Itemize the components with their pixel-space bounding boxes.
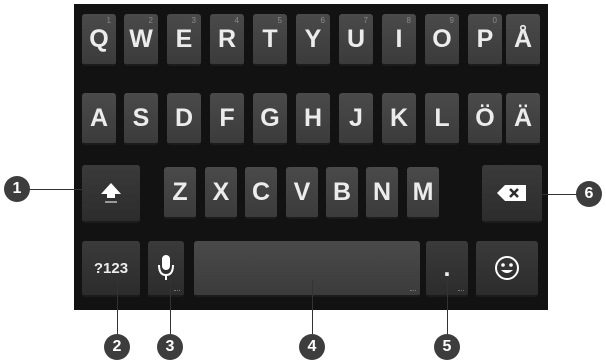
key-label: P: [476, 24, 494, 53]
key-label: J: [349, 103, 363, 132]
key-hint: 3: [191, 16, 196, 25]
key-label: L: [434, 103, 450, 132]
key-d[interactable]: D: [167, 93, 201, 145]
space-bar[interactable]: [194, 241, 420, 297]
key-a[interactable]: A: [82, 93, 116, 145]
shift-arrow-icon: [101, 183, 121, 203]
key-label: N: [372, 177, 392, 206]
key-h[interactable]: H: [296, 93, 330, 145]
callout-line-5: [447, 278, 448, 334]
key-label: Q: [89, 24, 109, 53]
callout-line-4: [312, 280, 313, 334]
callout-badge-1: 1: [4, 176, 30, 202]
key-b[interactable]: B: [326, 167, 358, 219]
key-label: O: [432, 24, 452, 53]
key-label: D: [174, 103, 194, 132]
key-label: B: [332, 177, 352, 206]
key-label: Z: [172, 177, 188, 206]
key-e[interactable]: E3: [167, 14, 201, 66]
key-label: S: [132, 103, 150, 132]
key-label: E: [175, 24, 193, 53]
key-t[interactable]: T5: [253, 14, 287, 66]
key-label: H: [303, 103, 323, 132]
key-label: T: [262, 24, 278, 53]
callout-line-1: [26, 189, 86, 190]
key-a-umlaut[interactable]: Ä: [506, 93, 540, 145]
key-l[interactable]: L: [425, 93, 459, 145]
key-hint: 1: [106, 16, 111, 25]
callout-line-3: [170, 278, 171, 334]
callout-badge-6: 6: [576, 181, 602, 207]
key-dots: [410, 290, 416, 292]
key-hint: 9: [449, 16, 454, 25]
key-hint: 4: [234, 16, 239, 25]
key-label: M: [412, 177, 434, 206]
callout-badge-3: 3: [157, 334, 183, 360]
key-label: Ö: [475, 103, 495, 132]
backspace-icon: [497, 185, 526, 201]
key-o[interactable]: O9: [425, 14, 459, 66]
key-f[interactable]: F: [210, 93, 244, 145]
key-y[interactable]: Y6: [296, 14, 330, 66]
key-label: W: [129, 24, 153, 53]
key-s[interactable]: S: [124, 93, 158, 145]
key-label: R: [217, 24, 237, 53]
smiley-icon: [495, 256, 519, 280]
symbols-label: ?123: [93, 259, 129, 277]
shift-key[interactable]: [82, 165, 140, 223]
key-p[interactable]: P0: [468, 14, 502, 66]
key-label: K: [389, 103, 409, 132]
symbols-key[interactable]: ?123: [82, 241, 140, 297]
key-z[interactable]: Z: [164, 167, 196, 219]
key-a-ring[interactable]: Å: [506, 14, 540, 66]
microphone-icon: [158, 255, 174, 280]
key-label: U: [346, 24, 366, 53]
key-i[interactable]: I8: [382, 14, 416, 66]
key-x[interactable]: X: [205, 167, 237, 219]
key-label: F: [219, 103, 235, 132]
voice-input-key[interactable]: [148, 241, 184, 297]
key-j[interactable]: J: [339, 93, 373, 145]
key-o-umlaut[interactable]: Ö: [468, 93, 502, 145]
key-hint: 2: [148, 16, 153, 25]
key-label: V: [293, 177, 311, 206]
key-n[interactable]: N: [366, 167, 398, 219]
key-label: Ä: [513, 103, 533, 132]
callout-line-2: [117, 278, 118, 334]
key-label: Y: [304, 24, 322, 53]
key-hint: 0: [492, 16, 497, 25]
key-r[interactable]: R4: [210, 14, 244, 66]
key-label: C: [251, 177, 271, 206]
key-hint: 7: [363, 16, 368, 25]
key-k[interactable]: K: [382, 93, 416, 145]
key-hint: 8: [406, 16, 411, 25]
key-m[interactable]: M: [407, 167, 439, 219]
key-dots: [458, 290, 464, 292]
callout-badge-5: 5: [434, 334, 460, 360]
callout-badge-4: 4: [299, 334, 325, 360]
key-hint: 6: [320, 16, 325, 25]
key-label: G: [260, 103, 280, 132]
key-q[interactable]: Q1: [82, 14, 116, 66]
key-g[interactable]: G: [253, 93, 287, 145]
emoji-key[interactable]: [476, 241, 538, 297]
key-label: I: [395, 24, 403, 53]
key-dots: [174, 290, 180, 292]
key-label: Å: [513, 24, 533, 53]
key-w[interactable]: W2: [124, 14, 158, 66]
key-label: X: [212, 177, 230, 206]
callout-badge-2: 2: [104, 334, 130, 360]
key-label: A: [89, 103, 109, 132]
keyboard: Q1 W2 E3 R4 T5 Y6 U7 I8 O9 P0 Å A S D F …: [74, 4, 548, 310]
key-c[interactable]: C: [245, 167, 277, 219]
key-u[interactable]: U7: [339, 14, 373, 66]
key-v[interactable]: V: [286, 167, 318, 219]
key-hint: 5: [277, 16, 282, 25]
